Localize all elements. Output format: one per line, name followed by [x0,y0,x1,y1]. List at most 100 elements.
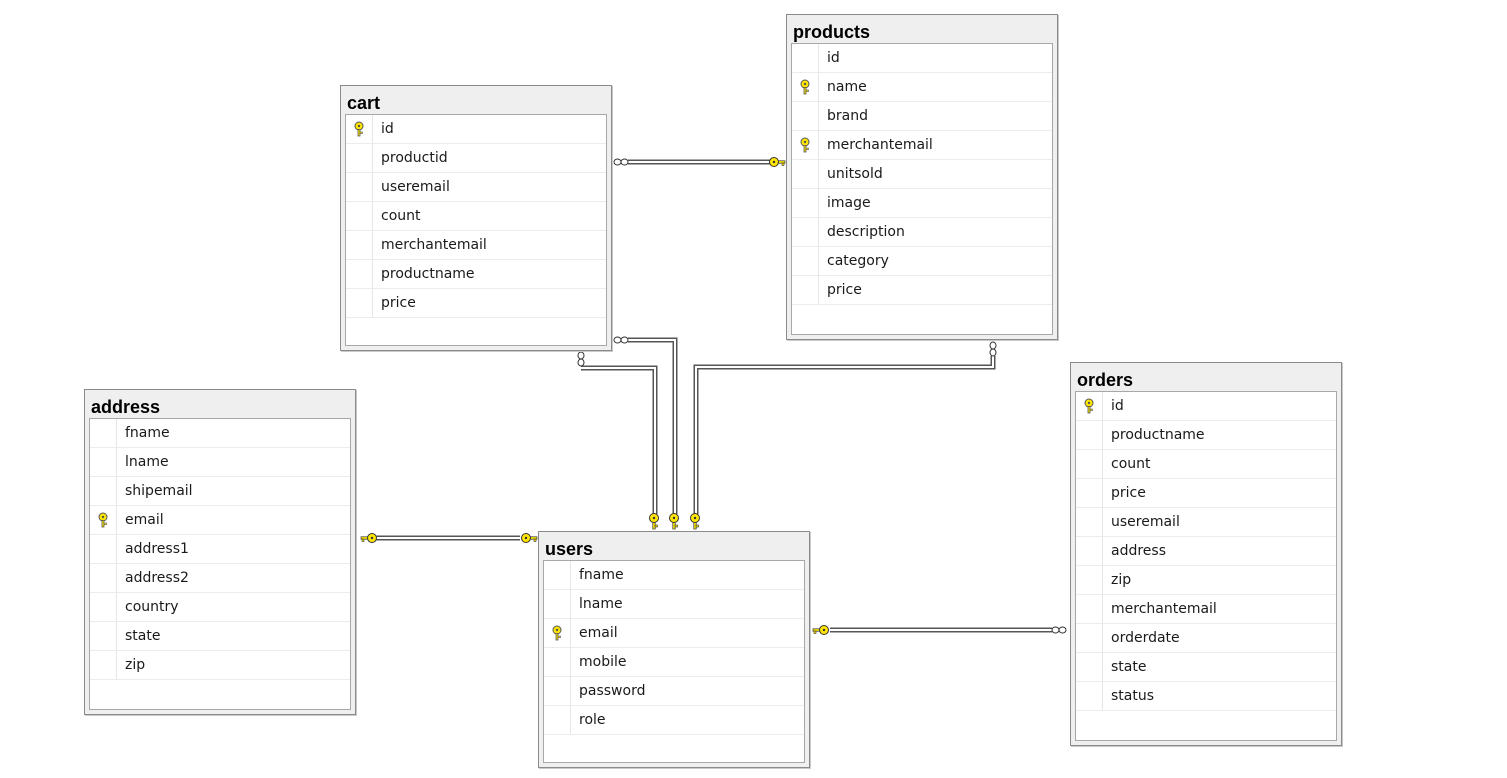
column-row[interactable]: productname [346,260,606,289]
many-end-infinity-icon [613,336,629,344]
column-name: productname [1111,427,1205,443]
column-row[interactable]: description [792,218,1052,247]
column-row[interactable]: unitsold [792,160,1052,189]
table-products[interactable]: products id name brand merchantemail unitsol… [786,14,1058,340]
key-cell [90,477,117,505]
many-end-infinity-icon [1051,626,1067,634]
column-row[interactable]: name [792,73,1052,102]
column-row[interactable]: state [1076,653,1336,682]
relationship-cart-products[interactable] [613,157,786,167]
column-name: password [579,683,646,699]
column-row[interactable]: state [90,622,350,651]
key-cell [1076,595,1103,623]
one-end-key-icon [360,533,377,543]
one-end-key-icon [769,157,786,167]
column-row[interactable]: id [792,44,1052,73]
column-row[interactable]: email [544,619,804,648]
column-row[interactable]: count [1076,450,1336,479]
key-cell [792,218,819,246]
relationship-address-users[interactable] [360,533,538,543]
column-row[interactable]: address2 [90,564,350,593]
many-end-infinity-icon [613,158,629,166]
column-name: productname [381,266,475,282]
column-row[interactable]: id [1076,392,1336,421]
many-end-infinity-icon [989,341,997,357]
column-row[interactable]: merchantemail [1076,595,1336,624]
column-row[interactable]: merchantemail [792,131,1052,160]
column-name: useremail [1111,514,1180,530]
column-row[interactable]: address1 [90,535,350,564]
many-end-infinity-icon [577,351,585,367]
column-row[interactable]: productid [346,144,606,173]
column-name: role [579,712,606,728]
key-cell [346,260,373,288]
column-row[interactable]: category [792,247,1052,276]
column-name: address [1111,543,1167,559]
column-row[interactable]: price [1076,479,1336,508]
column-row[interactable]: email [90,506,350,535]
column-row[interactable]: price [346,289,606,318]
column-name: useremail [381,179,450,195]
column-row[interactable]: zip [90,651,350,680]
column-name: fname [579,567,624,583]
table-users[interactable]: users fname lname email mobile password role [538,531,810,768]
column-list: fname lname shipemail email address1 address2… [89,418,351,710]
column-row[interactable]: lname [544,590,804,619]
key-cell [90,419,117,447]
table-cart[interactable]: cart id productid useremail count merchantem… [340,85,612,351]
column-row[interactable]: brand [792,102,1052,131]
key-cell [1076,566,1103,594]
column-row[interactable]: count [346,202,606,231]
column-name: category [827,253,889,269]
key-cell [544,561,571,589]
column-row[interactable]: useremail [1076,508,1336,537]
column-name: merchantemail [827,137,933,153]
key-cell [1076,508,1103,536]
column-row[interactable]: zip [1076,566,1336,595]
column-row[interactable]: merchantemail [346,231,606,260]
column-name: count [1111,456,1151,472]
key-cell [90,448,117,476]
column-name: address1 [125,541,189,557]
key-cell [1076,392,1103,420]
column-row[interactable]: productname [1076,421,1336,450]
key-cell [792,131,819,159]
table-address[interactable]: address fname lname shipemail email address1… [84,389,356,715]
column-row[interactable]: fname [90,419,350,448]
relationship-cart-users-useremail[interactable] [577,351,659,530]
key-cell [792,44,819,72]
column-row[interactable]: id [346,115,606,144]
key-cell [346,202,373,230]
column-name: country [125,599,179,615]
column-list: id productname count price useremail address z… [1075,391,1337,741]
column-row[interactable]: lname [90,448,350,477]
column-row[interactable]: fname [544,561,804,590]
column-row[interactable]: mobile [544,648,804,677]
column-row[interactable]: shipemail [90,477,350,506]
column-row[interactable]: country [90,593,350,622]
key-cell [1076,479,1103,507]
relationship-products-users[interactable] [690,341,997,530]
key-cell [346,144,373,172]
column-row[interactable]: address [1076,537,1336,566]
column-name: name [827,79,867,95]
column-row[interactable]: status [1076,682,1336,711]
column-row[interactable]: useremail [346,173,606,202]
table-title: users [545,539,594,559]
key-cell [1076,450,1103,478]
key-cell [90,622,117,650]
column-row[interactable]: role [544,706,804,735]
column-name: zip [125,657,146,673]
column-name: price [1111,485,1146,501]
column-name: email [125,512,164,528]
column-name: id [1111,398,1124,414]
column-name: lname [579,596,623,612]
column-row[interactable]: image [792,189,1052,218]
column-row[interactable]: price [792,276,1052,305]
key-cell [544,619,571,647]
relationship-orders-users[interactable] [812,625,1067,635]
table-orders[interactable]: orders id productname count price useremail a… [1070,362,1342,746]
column-row[interactable]: orderdate [1076,624,1336,653]
column-list: id productid useremail count merchantemail pr… [345,114,607,346]
column-row[interactable]: password [544,677,804,706]
